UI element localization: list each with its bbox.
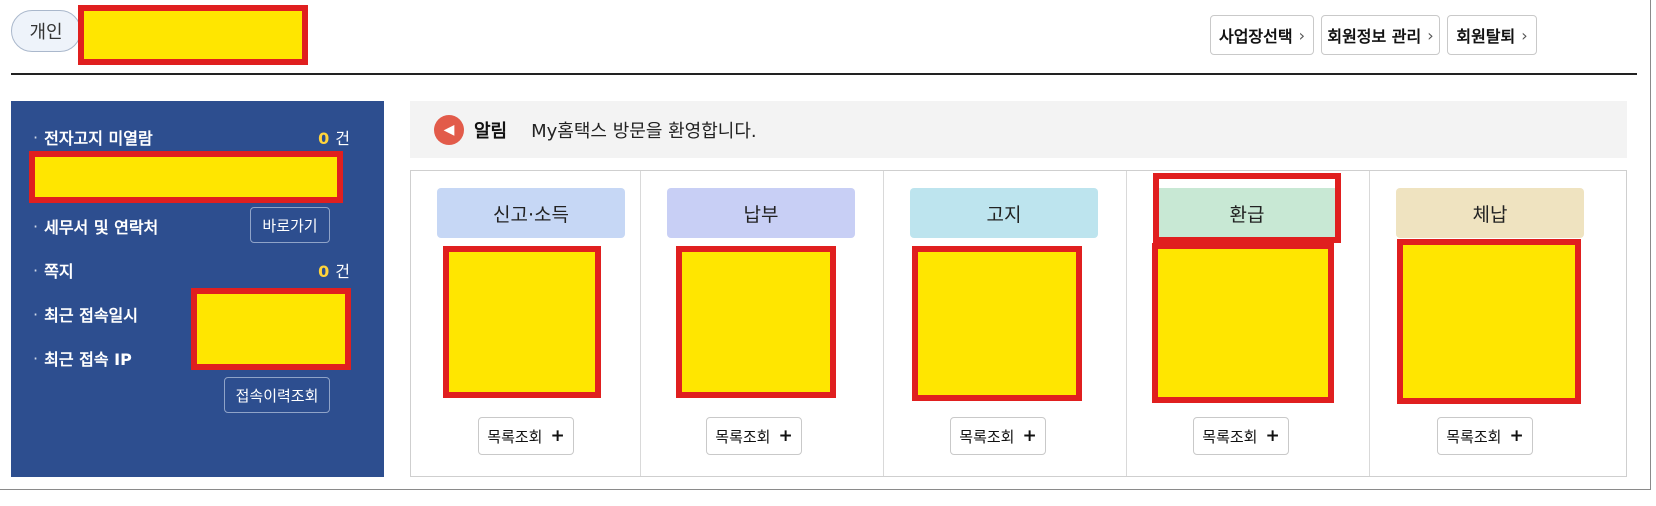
header-divider: [11, 73, 1637, 75]
bullet: ·: [33, 348, 39, 368]
last-login-time-row: · 최근 접속일시: [33, 302, 138, 326]
category-column-filing: 신고·소득 목록조회 +: [411, 171, 640, 476]
unread-notice-count[interactable]: 0 건: [318, 125, 350, 149]
notes-label: 쪽지: [44, 262, 74, 281]
redacted-notice-content: [912, 246, 1082, 401]
category-payment-tab[interactable]: 납부: [667, 188, 855, 238]
last-login-time-label: 최근 접속일시: [44, 306, 138, 325]
unread-notice-label: 전자고지 미열람: [44, 129, 153, 148]
list-button-label: 목록조회: [1446, 427, 1502, 446]
notes-row[interactable]: · 쪽지: [33, 258, 74, 282]
unread-notice-row[interactable]: · 전자고지 미열람: [33, 125, 153, 149]
redacted-refund-tab-outline: [1153, 173, 1341, 243]
user-summary-panel: · 전자고지 미열람 0 건 · 세무서 및 연락처 바로가기 · 쪽지 0 건…: [11, 101, 384, 477]
category-grid: 신고·소득 목록조회 + 납부 목록조회 + 고지 목록조회 + 환급 목록조회…: [410, 170, 1627, 477]
bullet: ·: [33, 216, 39, 236]
category-notice-tab[interactable]: 고지: [910, 188, 1098, 238]
notice-title: 알림: [474, 120, 508, 142]
plus-icon: +: [550, 426, 565, 446]
notice-bar: ◀ 알림 My홈택스 방문을 환영합니다.: [410, 101, 1627, 158]
personal-tag: 개인: [11, 10, 81, 52]
access-history-button[interactable]: 접속이력조회: [224, 377, 330, 413]
notes-count[interactable]: 0 건: [318, 258, 350, 282]
category-column-refund: 환급 목록조회 +: [1126, 171, 1369, 476]
redacted-filing-content: [443, 246, 601, 398]
last-login-ip-label: 최근 접속 IP: [44, 350, 132, 369]
chevron-right-icon: ›: [1427, 25, 1434, 45]
withdraw-label: 회원탈퇴: [1456, 27, 1516, 46]
bullet: ·: [33, 260, 39, 280]
list-button-label: 목록조회: [715, 427, 771, 446]
count-unit: 건: [335, 129, 350, 148]
chevron-right-icon: ›: [1521, 25, 1528, 45]
unread-notice-number: 0: [318, 129, 330, 148]
notice-message: My홈택스 방문을 환영합니다.: [531, 120, 757, 142]
list-button-label: 목록조회: [487, 427, 543, 446]
category-filing-tab[interactable]: 신고·소득: [437, 188, 625, 238]
filing-list-button[interactable]: 목록조회 +: [478, 417, 574, 455]
plus-icon: +: [1509, 426, 1524, 446]
plus-icon: +: [778, 426, 793, 446]
count-unit: 건: [335, 262, 350, 281]
category-column-arrears: 체납 목록조회 +: [1369, 171, 1626, 476]
payment-list-button[interactable]: 목록조회 +: [706, 417, 802, 455]
category-column-notice: 고지 목록조회 +: [883, 171, 1126, 476]
bullet: ·: [33, 127, 39, 147]
category-arrears-tab[interactable]: 체납: [1396, 188, 1584, 238]
list-button-label: 목록조회: [1202, 427, 1258, 446]
plus-icon: +: [1265, 426, 1280, 446]
notice-list-button[interactable]: 목록조회 +: [950, 417, 1046, 455]
tax-office-label: 세무서 및 연락처: [44, 218, 159, 237]
notes-number: 0: [318, 262, 330, 281]
select-business-label: 사업장선택: [1218, 27, 1293, 46]
redacted-arrears-content: [1397, 239, 1581, 404]
member-info-label: 회원정보 관리: [1327, 27, 1422, 46]
withdraw-button[interactable]: 회원탈퇴 ›: [1447, 15, 1537, 55]
megaphone-icon: ◀: [434, 114, 464, 145]
tax-office-row: · 세무서 및 연락처: [33, 214, 158, 238]
redacted-refund-content: [1152, 243, 1334, 403]
refund-list-button[interactable]: 목록조회 +: [1193, 417, 1289, 455]
member-info-button[interactable]: 회원정보 관리 ›: [1321, 15, 1440, 55]
last-login-ip-row: · 최근 접속 IP: [33, 346, 132, 370]
list-button-label: 목록조회: [959, 427, 1015, 446]
redacted-payment-content: [676, 246, 836, 398]
redacted-info-row: [29, 151, 343, 203]
shortcut-button[interactable]: 바로가기: [250, 207, 330, 243]
plus-icon: +: [1022, 426, 1037, 446]
bullet: ·: [33, 304, 39, 324]
redacted-login-info: [191, 288, 351, 370]
category-column-payment: 납부 목록조회 +: [640, 171, 883, 476]
select-business-button[interactable]: 사업장선택 ›: [1210, 15, 1314, 55]
chevron-right-icon: ›: [1298, 25, 1305, 45]
arrears-list-button[interactable]: 목록조회 +: [1437, 417, 1533, 455]
redacted-user-name: [78, 5, 308, 65]
